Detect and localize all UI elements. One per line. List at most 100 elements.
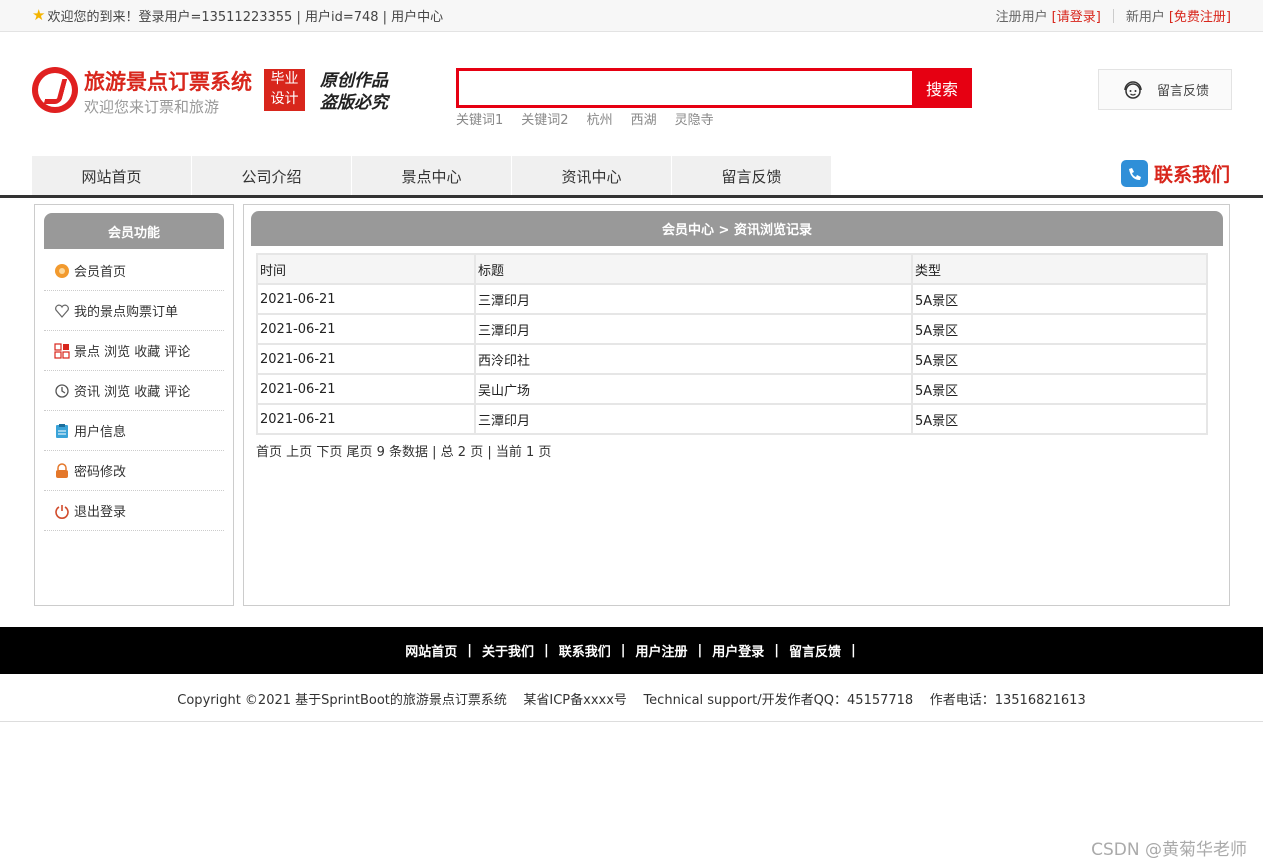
breadcrumb: 会员中心 > 资讯浏览记录 [251,211,1223,246]
footer-link-feedback[interactable]: 留言反馈 [789,641,841,660]
table-row: 2021-06-21 吴山广场 5A景区 [256,373,1208,405]
badge-line-2: 设计 [270,91,299,107]
sidebar-item-label: 退出登录 [74,505,127,520]
sidebar-item-label: 我的景点购票订单 [74,305,179,320]
clipboard-icon [54,423,70,439]
sidebar-item-label: 用户信息 [74,425,127,440]
cell-time: 2021-06-21 [256,343,476,375]
original-work-stamp: 原创作品 盗版必究 [320,70,388,114]
content-panel: 会员中心 > 资讯浏览记录 时间 标题 类型 2021-06-21 三潭印月 5… [243,204,1230,606]
watermark: CSDN @黄菊华老师 [1091,840,1247,860]
stamp-line-1: 原创作品 [320,71,388,91]
keyword-link[interactable]: 关键词2 [521,109,568,128]
footer-link-home[interactable]: 网站首页 [405,641,457,660]
nav-attractions[interactable]: 景点中心 [352,156,512,196]
footer-divider [0,721,1263,722]
nav-home[interactable]: 网站首页 [32,156,192,196]
cell-type: 5A景区 [911,403,1208,435]
cell-time: 2021-06-21 [256,403,476,435]
copyright-text: Copyright ©2021 基于SprintBoot的旅游景点订票系统 某省… [177,693,1086,708]
footer-link-login[interactable]: 用户登录 [712,641,764,660]
table-row: 2021-06-21 三潭印月 5A景区 [256,403,1208,435]
sidebar-item-attractions[interactable]: 景点 浏览 收藏 评论 [44,331,224,371]
pager-last-link[interactable]: 尾页 [346,445,372,460]
cell-type: 5A景区 [911,343,1208,375]
login-link[interactable]: [请登录] [1052,6,1101,25]
keyword-link[interactable]: 杭州 [587,109,613,128]
cell-title[interactable]: 西泠印社 [474,343,913,375]
phone-icon [1121,160,1148,187]
nav-company[interactable]: 公司介绍 [192,156,352,196]
footer-separator: | [467,643,472,658]
pager-first-link[interactable]: 首页 [256,445,282,460]
divider [1112,8,1114,23]
member-sidebar: 会员功能 会员首页 我的景点购票订单 景点 浏览 收藏 评论 资讯 浏览 收藏 … [34,204,234,606]
footer-link-contact[interactable]: 联系我们 [559,641,611,660]
graduation-badge: 毕业 设计 [264,69,305,111]
cell-type: 5A景区 [911,283,1208,315]
footer-separator: | [543,643,549,658]
cell-time: 2021-06-21 [256,283,476,315]
search-input[interactable] [459,71,912,105]
cell-time: 2021-06-21 [256,373,476,405]
keyword-link[interactable]: 灵隐寺 [675,109,714,128]
keyword-link[interactable]: 关键词1 [456,109,503,128]
search-button[interactable]: 搜索 [912,68,972,108]
cell-title[interactable]: 三潭印月 [474,313,913,345]
register-link[interactable]: [免费注册] [1169,6,1231,25]
contact-us-label: 联系我们 [1154,164,1231,186]
column-header-time: 时间 [256,253,476,285]
pager-prev-link[interactable]: 上页 [286,445,312,460]
cell-title[interactable]: 三潭印月 [474,283,913,315]
power-icon [54,503,70,519]
footer-link-about[interactable]: 关于我们 [482,641,534,660]
account-links: 注册用户 [请登录] 新用户 [免费注册] [996,6,1231,25]
sidebar-item-label: 会员首页 [74,265,127,280]
sidebar-menu: 会员首页 我的景点购票订单 景点 浏览 收藏 评论 资讯 浏览 收藏 评论 用户… [44,251,224,531]
sidebar-item-orders[interactable]: 我的景点购票订单 [44,291,224,331]
lock-icon [54,462,70,479]
heart-icon [54,303,70,319]
site-subtitle: 欢迎您来订票和旅游 [84,98,220,116]
pager-next-link[interactable]: 下页 [316,445,342,460]
cell-type: 5A景区 [911,373,1208,405]
feedback-button[interactable]: 留言反馈 [1098,69,1232,110]
nav-divider [0,195,1263,198]
contact-us-link[interactable]: 联系我们 [1121,160,1230,187]
main-nav: 网站首页 公司介绍 景点中心 资讯中心 留言反馈 [32,156,832,196]
search-bar: 搜索 [456,68,972,108]
pagination: 首页 上页 下页 尾页 9 条数据 | 总 2 页 | 当前 1 页 [256,441,551,460]
sidebar-item-logout[interactable]: 退出登录 [44,491,224,531]
customer-service-icon [1124,80,1142,99]
sidebar-item-password[interactable]: 密码修改 [44,451,224,491]
column-header-type: 类型 [911,253,1208,285]
sidebar-title: 会员功能 [44,213,224,249]
nav-news[interactable]: 资讯中心 [512,156,672,196]
welcome-text[interactable]: 欢迎您的到来！登录用户=13511223355 | 用户id=748 | 用户中… [47,6,443,25]
sidebar-item-news[interactable]: 资讯 浏览 收藏 评论 [44,371,224,411]
cell-title[interactable]: 三潭印月 [474,403,913,435]
home-icon [54,263,70,279]
cell-type: 5A景区 [911,313,1208,345]
site-name: 旅游景点订票系统 [84,71,252,94]
cell-title[interactable]: 吴山广场 [474,373,913,405]
sidebar-item-user-info[interactable]: 用户信息 [44,411,224,451]
table-row: 2021-06-21 三潭印月 5A景区 [256,313,1208,345]
footer-separator: | [620,643,626,658]
nav-feedback[interactable]: 留言反馈 [672,156,832,196]
badge-line-1: 毕业 [270,71,299,87]
cell-time: 2021-06-21 [256,313,476,345]
footer-nav: 网站首页 | 关于我们 | 联系我们 | 用户注册 | 用户登录 | 留言反馈 | [0,627,1263,674]
table-row: 2021-06-21 三潭印月 5A景区 [256,283,1208,315]
welcome-message: ★ 欢迎您的到来！登录用户=13511223355 | 用户id=748 | 用… [32,6,443,26]
footer-separator: | [774,643,780,658]
footer-link-register[interactable]: 用户注册 [636,641,688,660]
site-logo-icon[interactable] [32,67,78,113]
sidebar-item-label: 资讯 浏览 收藏 评论 [74,385,191,400]
star-icon: ★ [32,6,46,24]
history-icon [54,383,70,399]
keyword-link[interactable]: 西湖 [631,109,657,128]
sidebar-item-home[interactable]: 会员首页 [44,251,224,291]
sidebar-item-label: 密码修改 [74,465,127,480]
sidebar-item-label: 景点 浏览 收藏 评论 [74,345,191,360]
